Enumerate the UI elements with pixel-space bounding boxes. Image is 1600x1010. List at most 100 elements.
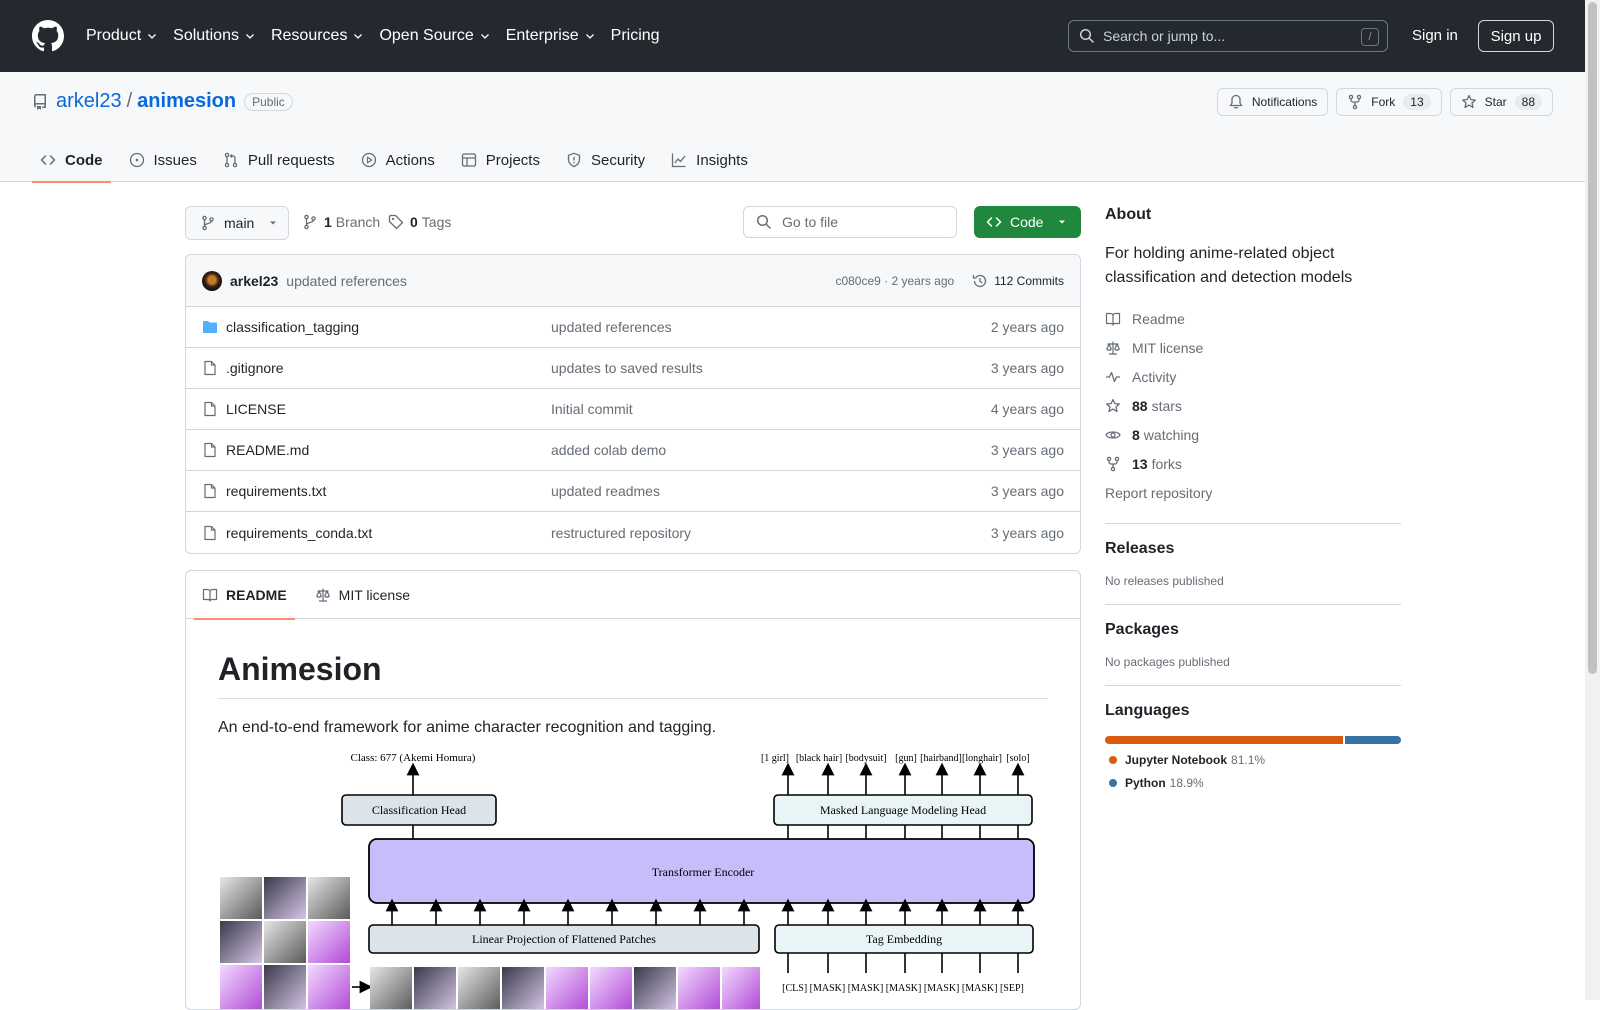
nav-pricing[interactable]: Pricing — [611, 27, 660, 45]
chevron-down-icon — [585, 34, 594, 39]
file-commit-message[interactable]: updated readmes — [551, 483, 660, 499]
star-icon — [1106, 398, 1120, 412]
language-item[interactable]: Python 18.9% — [1105, 776, 1401, 790]
shield-icon — [567, 152, 581, 168]
nav-solutions-label: Solutions — [173, 27, 239, 44]
notifications-button[interactable]: Notifications — [1216, 88, 1329, 116]
file-icon — [204, 483, 216, 499]
branch-count: 1 — [324, 214, 332, 230]
branch-icon — [304, 214, 316, 230]
tab-license[interactable]: MIT license — [307, 571, 418, 619]
table-row[interactable]: LICENSE Initial commit 4 years ago — [186, 389, 1080, 430]
tag-top-1: [1 girl] — [761, 753, 789, 764]
table-row[interactable]: README.md added colab demo 3 years ago — [186, 430, 1080, 471]
tab-security[interactable]: Security — [558, 138, 653, 182]
go-to-file-input[interactable]: Go to file — [743, 206, 957, 238]
forks-link[interactable]: 13 forks — [1105, 449, 1401, 478]
sidebar: About For holding anime-related object c… — [1105, 206, 1401, 790]
activity-link[interactable]: Activity — [1105, 362, 1401, 391]
file-commit-message[interactable]: Initial commit — [551, 401, 633, 417]
fork-button[interactable]: Fork 13 — [1336, 88, 1442, 116]
input-tokens: [CLS] [MASK] [MASK] [MASK] [MASK] [MASK]… — [782, 983, 1024, 994]
go-to-file-placeholder: Go to file — [782, 214, 839, 230]
tab-insights[interactable]: Insights — [663, 138, 756, 182]
packages-heading[interactable]: Packages — [1105, 621, 1401, 639]
tab-code[interactable]: Code — [32, 138, 111, 183]
play-icon — [361, 152, 376, 168]
star-button[interactable]: Star 88 — [1449, 88, 1553, 116]
language-name: Python — [1125, 776, 1166, 790]
branch-selector[interactable]: main — [185, 206, 289, 240]
nav-solutions[interactable]: Solutions — [173, 27, 256, 45]
commit-message[interactable]: updated references — [286, 273, 407, 289]
page-scrollbar[interactable] — [1585, 0, 1600, 1000]
nav-pricing-label: Pricing — [610, 27, 660, 44]
file-name[interactable]: requirements.txt — [226, 483, 551, 499]
tab-readme[interactable]: README — [194, 571, 295, 620]
search-placeholder: Search or jump to... — [1103, 28, 1226, 44]
tag-embedding-label: Tag Embedding — [866, 932, 942, 946]
file-name[interactable]: LICENSE — [226, 401, 551, 417]
branch-name: main — [224, 215, 255, 231]
github-logo-icon[interactable] — [32, 20, 64, 52]
search-input[interactable]: Search or jump to... / — [1068, 20, 1388, 52]
nav-resources[interactable]: Resources — [271, 27, 364, 45]
commits-link[interactable]: 112 Commits — [972, 273, 1064, 289]
tab-actions-label: Actions — [385, 151, 435, 169]
search-icon — [1079, 28, 1095, 44]
nav-product-label: Product — [86, 27, 142, 44]
nav-open-source[interactable]: Open Source — [379, 27, 490, 45]
classification-head-label: Classification Head — [372, 803, 466, 817]
table-row[interactable]: requirements.txt updated readmes 3 years… — [186, 471, 1080, 512]
star-label: Star — [1484, 95, 1507, 109]
search-icon — [756, 214, 772, 230]
sign-in-link[interactable]: Sign in — [1412, 27, 1458, 44]
packages-empty-text: No packages published — [1105, 655, 1230, 669]
tags-link[interactable]: 0 Tags — [388, 214, 451, 230]
tab-pull-requests-label: Pull requests — [247, 151, 335, 169]
file-name[interactable]: classification_tagging — [226, 319, 551, 335]
scrollbar-thumb[interactable] — [1588, 2, 1597, 674]
file-name[interactable]: requirements_conda.txt — [226, 525, 551, 541]
caret-down-icon — [1059, 220, 1066, 224]
avatar[interactable] — [202, 270, 222, 291]
tab-issues-label: Issues — [153, 151, 197, 169]
sign-up-button[interactable]: Sign up — [1478, 20, 1554, 52]
nav-product[interactable]: Product — [86, 27, 158, 45]
repo-owner-link[interactable]: arkel23 — [56, 90, 122, 113]
releases-heading[interactable]: Releases — [1105, 540, 1401, 558]
branches-link[interactable]: 1 Branch — [302, 214, 380, 230]
eye-icon — [1105, 430, 1121, 439]
license-link[interactable]: MIT license — [1105, 333, 1401, 362]
nav-enterprise[interactable]: Enterprise — [506, 27, 596, 45]
report-repository-link[interactable]: Report repository — [1105, 478, 1401, 507]
visibility-badge: Public — [244, 92, 293, 111]
tab-actions[interactable]: Actions — [353, 138, 443, 182]
commit-author[interactable]: arkel23 — [230, 273, 278, 289]
repo-name-link[interactable]: animesion — [137, 90, 236, 113]
file-commit-message[interactable]: added colab demo — [551, 442, 666, 458]
file-commit-message[interactable]: restructured repository — [551, 525, 691, 541]
code-dropdown-button[interactable]: Code — [974, 206, 1081, 238]
activity-link-label: Activity — [1132, 368, 1177, 385]
about-description: For holding anime-related object classif… — [1105, 245, 1353, 286]
table-row[interactable]: .gitignore updates to saved results 3 ye… — [186, 348, 1080, 389]
tab-projects[interactable]: Projects — [453, 138, 548, 182]
stars-link[interactable]: 88 stars — [1105, 391, 1401, 420]
commit-hash-time[interactable]: c080ce9 · 2 years ago — [835, 274, 954, 288]
file-commit-message[interactable]: updates to saved results — [551, 360, 703, 376]
file-name[interactable]: README.md — [226, 442, 551, 458]
table-row[interactable]: classification_tagging updated reference… — [186, 307, 1080, 348]
readme-link[interactable]: Readme — [1105, 304, 1401, 333]
table-row[interactable]: requirements_conda.txt restructured repo… — [186, 512, 1080, 553]
watching-link[interactable]: 8 watching — [1105, 420, 1401, 449]
language-item[interactable]: Jupyter Notebook 81.1% — [1105, 753, 1401, 767]
file-name[interactable]: .gitignore — [226, 360, 551, 376]
file-toolbar: main 1 Branch 0 Tags Go to file Code — [185, 206, 1081, 240]
file-commit-message[interactable]: updated references — [551, 319, 672, 335]
tab-pull-requests[interactable]: Pull requests — [215, 138, 343, 182]
branch-icon — [202, 215, 214, 231]
tab-issues[interactable]: Issues — [121, 138, 205, 182]
main-content: main 1 Branch 0 Tags Go to file Code ark… — [185, 206, 1081, 1010]
latest-commit-bar: arkel23 updated references c080ce9 · 2 y… — [186, 255, 1080, 307]
